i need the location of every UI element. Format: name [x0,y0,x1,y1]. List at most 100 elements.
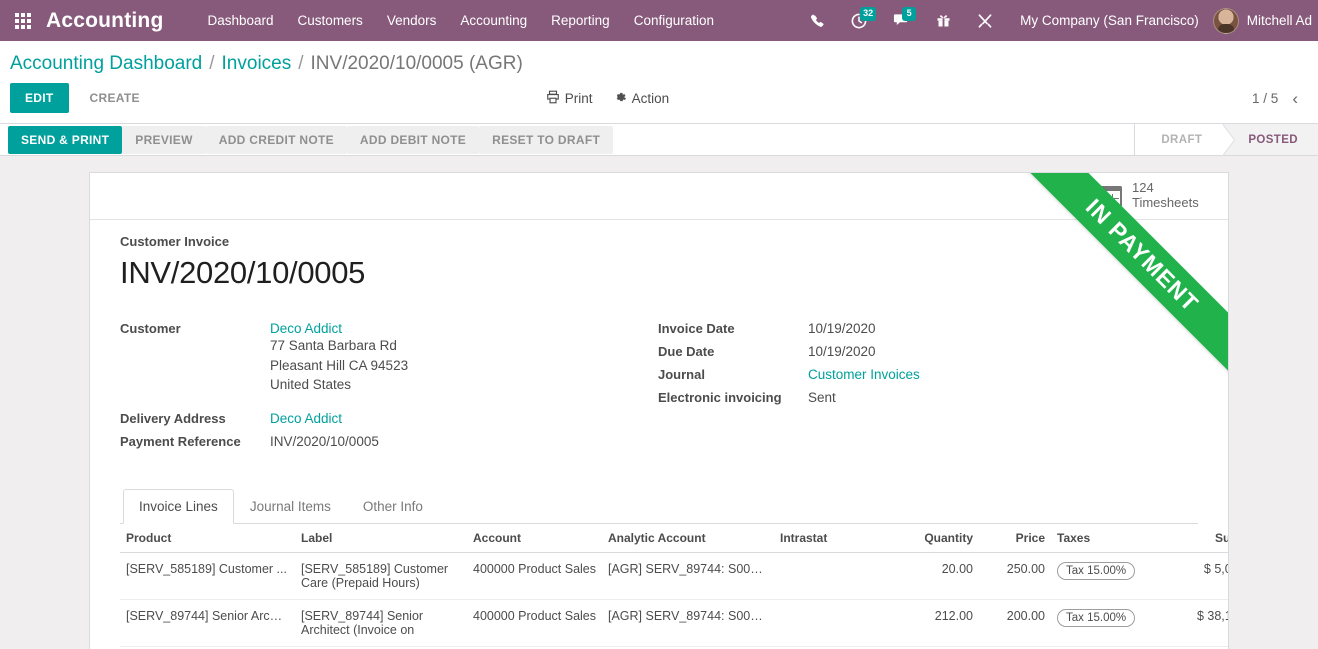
electronic-invoicing-value: Sent [808,390,836,405]
menu-item-configuration[interactable]: Configuration [622,0,726,41]
menu-item-reporting[interactable]: Reporting [539,0,622,41]
column-header-account[interactable]: Account [467,523,602,553]
printer-icon [546,90,560,107]
column-header-taxes[interactable]: Taxes [1051,523,1159,553]
user-menu[interactable]: Mitchell Ad [1212,7,1318,34]
breadcrumb-current-record: INV/2020/10/0005 (AGR) [310,53,523,74]
activity-clock-icon[interactable]: 32 [838,0,880,41]
invoice-date-value[interactable]: 10/19/2020 [808,321,876,336]
cell-account[interactable]: 400000 Product Sales [467,552,602,600]
column-header-analytic-account[interactable]: Analytic Account [602,523,774,553]
messages-icon[interactable]: 5 [880,0,923,41]
cell-intrastat[interactable] [774,599,884,647]
column-header-product[interactable]: Product [120,523,295,553]
column-header-subtotal[interactable]: Subtotal [1159,523,1228,553]
cell-analytic-account[interactable]: [AGR] SERV_89744: S0004... [602,599,774,647]
menu-item-vendors[interactable]: Vendors [375,0,449,41]
column-header-quantity[interactable]: Quantity [884,523,979,553]
table-row[interactable]: [SERV_89744] Senior Archit... [SERV_8974… [120,599,1228,647]
send-and-print-button[interactable]: SEND & PRINT [8,125,123,154]
menu-item-accounting[interactable]: Accounting [448,0,539,41]
tools-icon[interactable] [964,0,1006,41]
avatar [1212,7,1239,34]
tax-badge: Tax 15.00% [1057,561,1136,580]
cell-subtotal: $ 5,000.00 [1159,552,1228,600]
tab-invoice-lines[interactable]: Invoice Lines [123,488,234,524]
apps-grid-icon[interactable] [0,0,46,41]
breadcrumb: Accounting Dashboard / Invoices / INV/20… [0,41,1318,79]
preview-button[interactable]: PREVIEW [122,125,206,154]
invoice-form-sheet: IN PAYMENT 124 Timesheets Customer Invoi… [89,172,1229,649]
cell-product[interactable]: [SERV_585189] Customer ... [120,552,295,600]
tab-journal-items[interactable]: Journal Items [234,489,347,524]
column-header-label[interactable]: Label [295,523,467,553]
fields-grid: Customer Deco Addict 77 Santa Barbara Rd… [120,321,1198,455]
breadcrumb-item-accounting-dashboard[interactable]: Accounting Dashboard [10,53,202,75]
status-step-draft[interactable]: DRAFT [1135,124,1236,156]
action-label: Action [631,90,670,106]
cell-product[interactable]: [SERV_89744] Senior Archit... [120,599,295,647]
stat-buttons-area: 124 Timesheets [90,173,1228,220]
add-credit-note-button[interactable]: ADD CREDIT NOTE [205,125,347,154]
cell-analytic-account[interactable]: [AGR] SERV_89744: S0004... [602,552,774,600]
gift-icon[interactable] [923,0,964,41]
status-step-posted[interactable]: POSTED [1222,124,1318,156]
field-invoice-date: Invoice Date 10/19/2020 [658,321,1196,336]
customer-value[interactable]: Deco Addict [270,321,408,336]
due-date-label: Due Date [658,344,715,359]
payment-reference-value[interactable]: INV/2020/10/0005 [270,434,379,449]
breadcrumb-separator-2: / [298,53,304,74]
messages-count-badge: 5 [902,7,917,21]
record-actions: Print Action [546,90,669,107]
cell-quantity[interactable]: 212.00 [884,599,979,647]
journal-value[interactable]: Customer Invoices [808,367,920,382]
pager-previous-icon[interactable]: ‹ [1292,90,1298,107]
table-row[interactable]: [SERV_585189] Customer ... [SERV_585189]… [120,552,1228,600]
delivery-address-value[interactable]: Deco Addict [270,411,342,426]
cell-price[interactable]: 200.00 [979,599,1051,647]
fields-column-right: Invoice Date 10/19/2020 Due Date 10/19/2… [658,321,1196,455]
customer-address-line-3: United States [270,377,352,393]
edit-button[interactable]: EDIT [10,83,69,113]
status-pipeline: DRAFT POSTED [1134,124,1318,156]
cell-intrastat[interactable] [774,552,884,600]
cell-account[interactable]: 400000 Product Sales [467,599,602,647]
due-date-value[interactable]: 10/19/2020 [808,344,876,359]
phone-icon[interactable] [797,0,838,41]
document-type-label: Customer Invoice [120,234,230,249]
cell-price[interactable]: 250.00 [979,552,1051,600]
cell-taxes[interactable]: Tax 15.00% [1051,599,1159,647]
apps-grid-glyph [15,12,31,29]
timesheets-stat-text: 124 Timesheets [1132,180,1199,211]
customer-value-group: Deco Addict 77 Santa Barbara Rd Pleasant… [270,321,408,395]
tax-badge: Tax 15.00% [1057,608,1136,627]
field-journal: Journal Customer Invoices [658,367,1196,382]
menu-item-dashboard[interactable]: Dashboard [196,0,286,41]
company-switcher[interactable]: My Company (San Francisco) [1006,13,1213,28]
reset-to-draft-button[interactable]: RESET TO DRAFT [479,125,614,154]
timesheets-count: 124 [1132,180,1154,196]
customer-address-line-2: Pleasant Hill CA 94523 [270,357,409,373]
timesheets-stat-button[interactable]: 124 Timesheets [1083,173,1228,219]
column-header-price[interactable]: Price [979,523,1051,553]
cell-taxes[interactable]: Tax 15.00% [1051,552,1159,600]
breadcrumb-item-invoices[interactable]: Invoices [222,53,292,75]
cell-label[interactable]: [SERV_89744] Senior Architect (Invoice o… [295,599,467,647]
add-debit-note-button[interactable]: ADD DEBIT NOTE [346,125,480,154]
print-button[interactable]: Print [546,90,593,107]
pager: 1 / 5 ‹ [1252,90,1306,107]
column-header-intrastat[interactable]: Intrastat [774,523,884,553]
action-button[interactable]: Action [613,90,670,107]
main-menu: Dashboard Customers Vendors Accounting R… [196,0,727,41]
menu-item-customers[interactable]: Customers [286,0,375,41]
field-due-date: Due Date 10/19/2020 [658,344,1196,359]
electronic-invoicing-label: Electronic invoicing [658,390,782,405]
create-button[interactable]: CREATE [77,83,153,113]
cell-label[interactable]: [SERV_585189] Customer Care (Prepaid Hou… [295,552,467,600]
cell-quantity[interactable]: 20.00 [884,552,979,600]
table-body: [SERV_585189] Customer ... [SERV_585189]… [120,552,1228,647]
cell-subtotal: $ 38,160.00 [1159,599,1228,647]
table-header-row: Product Label Account Analytic Account I… [120,523,1228,553]
control-panel: Accounting Dashboard / Invoices / INV/20… [0,41,1318,124]
tab-other-info[interactable]: Other Info [347,489,439,524]
